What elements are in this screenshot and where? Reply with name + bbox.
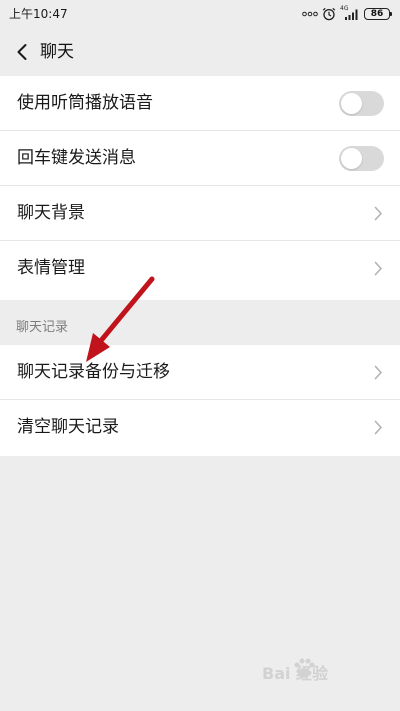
status-icons: 4G 86 [302, 5, 392, 23]
status-time: 上午10:47 [9, 7, 68, 21]
signal-icon: 4G [340, 6, 360, 21]
row-label: 聊天背景 [17, 203, 85, 223]
chevron-left-icon [17, 44, 27, 60]
row-label: 表情管理 [17, 258, 85, 278]
back-button[interactable] [8, 38, 36, 66]
chat-history-group: 聊天记录备份与迁移 清空聊天记录 [0, 345, 400, 456]
chevron-right-icon [374, 420, 382, 435]
dots-icon [302, 9, 318, 19]
toggle-knob [341, 148, 362, 169]
enter-to-send-toggle[interactable] [339, 146, 384, 171]
chevron-right-icon [374, 206, 382, 221]
battery-icon: 86 [364, 8, 392, 20]
settings-screen: 上午10:47 4G 86 聊天 使用听筒播放语音 回车键发送消息 聊天背景 表… [0, 0, 400, 711]
watermark-text: Bai 经验 [262, 664, 329, 683]
row-clear-chat-history[interactable]: 清空聊天记录 [0, 400, 400, 456]
row-label: 回车键发送消息 [17, 148, 136, 168]
chat-settings-group: 使用听筒播放语音 回车键发送消息 聊天背景 表情管理 [0, 76, 400, 300]
status-bar: 上午10:47 4G 86 [0, 0, 400, 28]
chevron-right-icon [374, 261, 382, 276]
alarm-icon [322, 7, 336, 21]
title-bar: 聊天 [0, 28, 400, 76]
chevron-right-icon [374, 365, 382, 380]
row-enter-to-send: 回车键发送消息 [0, 131, 400, 186]
row-chat-background[interactable]: 聊天背景 [0, 186, 400, 241]
earpiece-playback-toggle[interactable] [339, 91, 384, 116]
watermark-logo: Bai 经验 [262, 658, 329, 683]
section-header: 聊天记录 [0, 300, 400, 345]
row-label: 使用听筒播放语音 [17, 93, 153, 113]
row-sticker-management[interactable]: 表情管理 [0, 241, 400, 298]
page-title: 聊天 [40, 42, 74, 62]
row-label: 清空聊天记录 [17, 417, 119, 437]
row-backup-and-migrate[interactable]: 聊天记录备份与迁移 [0, 345, 400, 400]
toggle-knob [341, 93, 362, 114]
row-earpiece-playback: 使用听筒播放语音 [0, 76, 400, 131]
section-header-label: 聊天记录 [16, 320, 69, 335]
row-label: 聊天记录备份与迁移 [17, 362, 170, 382]
